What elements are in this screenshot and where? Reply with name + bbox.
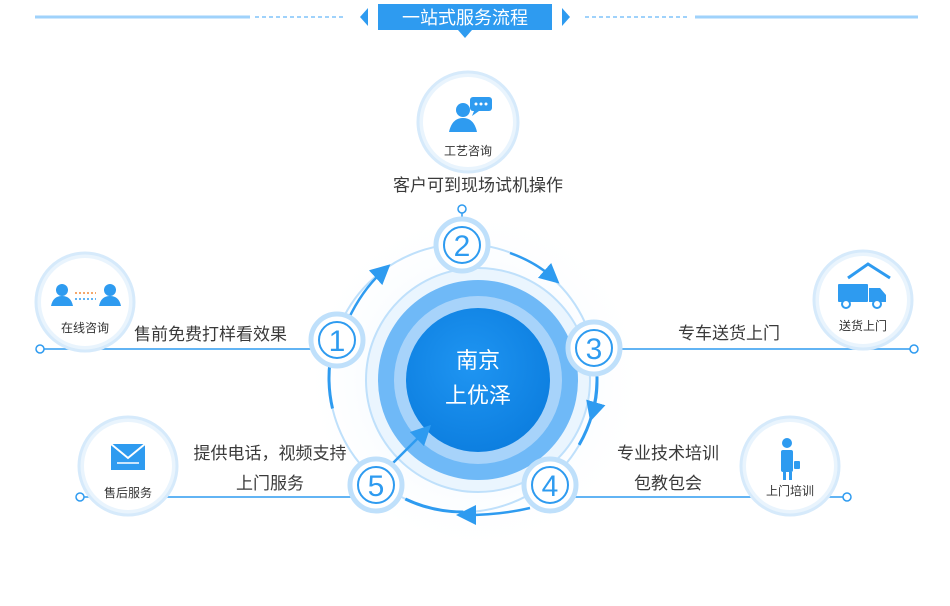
step-5-number: 5 — [368, 470, 385, 503]
center-label-line2: 上优泽 — [444, 384, 511, 409]
desc-step-4-line2: 包教包会 — [634, 474, 702, 494]
diagram-graphics: 2 1 3 4 5 — [34, 4, 919, 555]
caption-step-5: 售后服务 — [103, 486, 152, 500]
page-title: 一站式服务流程 — [402, 8, 528, 29]
desc-step-5-line1: 提供电话，视频支持 — [193, 444, 347, 464]
center-core — [406, 308, 550, 452]
step-1-number: 1 — [329, 325, 346, 358]
caption-step-2: 工艺咨询 — [443, 144, 492, 158]
caption-step-4: 上门培训 — [765, 484, 814, 498]
step-4-number: 4 — [542, 470, 559, 503]
step-2-number: 2 — [454, 230, 471, 263]
caption-step-1: 在线咨询 — [60, 321, 109, 335]
desc-step-4-line1: 专业技术培训 — [617, 444, 719, 464]
desc-step-1: 售前免费打样看效果 — [134, 325, 287, 345]
envelope-icon — [110, 443, 146, 470]
desc-step-3: 专车送货上门 — [678, 324, 780, 344]
center-label-line1: 南京 — [455, 349, 500, 374]
service-flow-diagram: 2 1 3 4 5 一站式服务流程 南京 上优泽 工艺咨询 在线咨询 送货上门 … — [0, 0, 950, 606]
caption-step-3: 送货上门 — [838, 319, 887, 333]
desc-step-2: 客户可到现场试机操作 — [393, 176, 563, 196]
step-3-number: 3 — [586, 333, 603, 366]
desc-step-5-line2: 上门服务 — [236, 474, 304, 494]
